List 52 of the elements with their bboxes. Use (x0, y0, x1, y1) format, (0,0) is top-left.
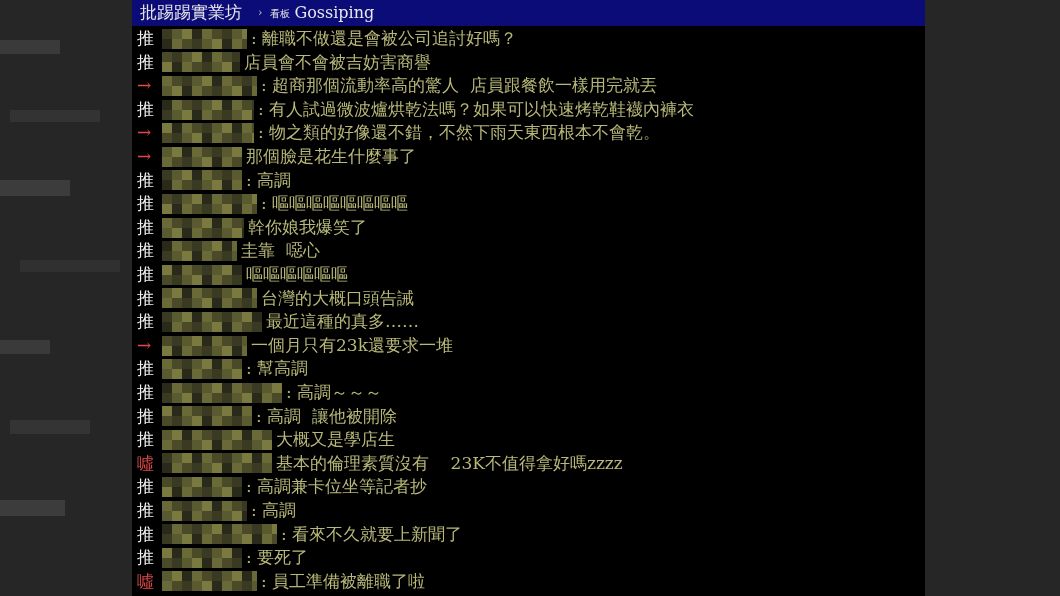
comment-tag: 推 (137, 474, 162, 500)
comment-text: : 高調 讓他被開除 (256, 404, 397, 428)
comment-tag: 推 (137, 356, 162, 382)
comment-tag: 推 (137, 238, 162, 264)
board-name: Gossiping (294, 2, 375, 24)
comment-tag: 推 (137, 427, 162, 453)
comment-tag: 推 (137, 96, 162, 123)
comment-tag: → (137, 332, 162, 359)
comment-text: : 超商那個流動率高的驚人 店員跟餐飲一樣用完就丟 (261, 74, 657, 98)
comment-text: 一個月只有23k還要求一堆 (251, 333, 453, 357)
comment-tag: 推 (137, 403, 162, 430)
comment-tag: 推 (137, 521, 162, 547)
comment-tag: 推 (137, 167, 162, 194)
comment-text: : 高調 (246, 168, 292, 192)
comment-text: : 要死了 (246, 546, 309, 570)
comment-text: : 看來不久就要上新聞了 (281, 522, 463, 546)
comment-tag: 推 (137, 262, 162, 288)
comment-text: : 高調兼卡位坐等記者抄 (246, 475, 428, 499)
comment-text: : 員工準備被離職了啦 (261, 569, 426, 593)
comment-tag: → (137, 73, 162, 99)
comment-text: 台灣的大概口頭告誡 (261, 286, 414, 310)
comment-text: 最近這種的真多…… (266, 310, 419, 334)
comment-text: 那個臉是花生什麼事了 (246, 145, 416, 168)
comment-tag: 推 (137, 309, 162, 335)
comment-text: : 幫高調 (246, 357, 309, 381)
comment-tag: 推 (137, 191, 162, 217)
comment-text: : 物之類的好像還不錯，不然下雨天東西根本不會乾。 (258, 121, 661, 145)
comment-tag: 噓 (137, 450, 162, 477)
separator: › (258, 4, 263, 21)
comment-tag: 噓 (137, 568, 162, 595)
comment-tag: 推 (137, 285, 162, 312)
comment-text: 幹你娘我爆笑了 (248, 215, 367, 239)
comment-tag: 推 (137, 49, 162, 76)
comment-tag: 推 (137, 497, 162, 524)
comment-text: : 高調～～～ (286, 380, 383, 404)
comment-tag: 推 (137, 214, 162, 241)
comment-text: 基本的倫理素質沒有 23K不值得拿好嗎zzzz (276, 451, 623, 475)
comment-text: : 有人試過微波爐烘乾法嗎？如果可以快速烤乾鞋襪內褲衣 (258, 97, 695, 121)
comment-text: 嘔嘔嘔嘔嘔嘔 (246, 263, 348, 286)
comment-tag: 推 (137, 26, 162, 52)
comment-tag: 推 (137, 545, 162, 571)
comment-text: : 離職不做還是會被公司追討好嗎？ (251, 27, 518, 51)
comment-tag: → (137, 120, 162, 146)
comment-text: 圭靠 噁心 (241, 239, 320, 263)
comment-tag: 推 (137, 379, 162, 406)
comment-text: : 嘔嘔嘔嘔嘔嘔嘔嘔 (261, 192, 409, 216)
board-label: 看板 (270, 6, 291, 21)
comment-tag: → (137, 144, 162, 170)
comment-text: : 高調 (251, 498, 297, 522)
site-title: 批踢踢實業坊 (140, 1, 242, 25)
comment-text: 店員會不會被吉妨害商譽 (244, 50, 431, 74)
comment-text: 大概又是學店生 (276, 428, 395, 452)
